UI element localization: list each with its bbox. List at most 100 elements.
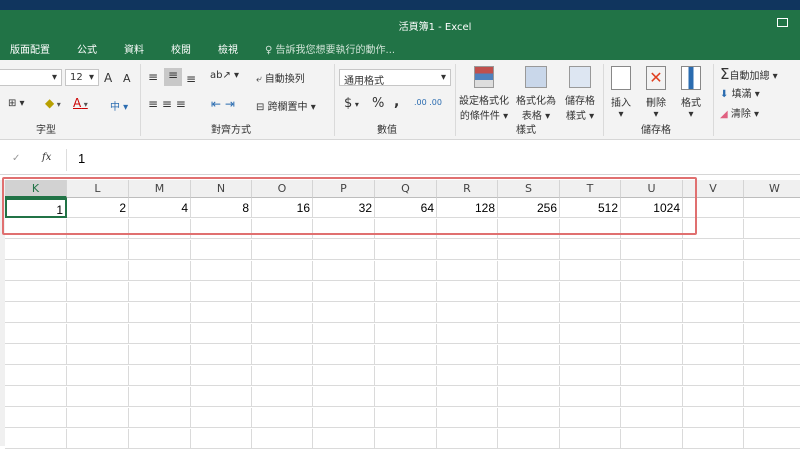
font-name-select[interactable]: ▾ xyxy=(0,69,62,86)
tab-view[interactable]: 檢視 xyxy=(218,41,238,56)
cell-R3[interactable] xyxy=(437,240,498,260)
cell-M10[interactable] xyxy=(129,387,191,407)
cell-S9[interactable] xyxy=(498,366,560,386)
cell-M6[interactable] xyxy=(129,303,191,323)
shrink-font-button[interactable]: A xyxy=(123,72,131,85)
cell-S3[interactable] xyxy=(498,240,560,260)
delete-cells-button[interactable]: ✕ 刪除 ▾ xyxy=(642,66,670,120)
cell-W11[interactable] xyxy=(744,408,800,428)
fill-button[interactable]: ⬇ 填滿 ▾ xyxy=(720,85,760,100)
cell-N7[interactable] xyxy=(191,324,252,344)
cell-U10[interactable] xyxy=(621,387,683,407)
cell-O4[interactable] xyxy=(252,261,313,281)
cell-O6[interactable] xyxy=(252,303,313,323)
cell-K7[interactable] xyxy=(5,324,67,344)
cell-T10[interactable] xyxy=(560,387,621,407)
cell-S11[interactable] xyxy=(498,408,560,428)
cell-S5[interactable] xyxy=(498,282,560,302)
cell-U6[interactable] xyxy=(621,303,683,323)
align-bottom-button[interactable]: ≡ xyxy=(186,72,196,86)
number-format-select[interactable]: 通用格式 ▾ xyxy=(339,69,451,87)
cell-V3[interactable] xyxy=(683,240,744,260)
cell-W5[interactable] xyxy=(744,282,800,302)
cell-W8[interactable] xyxy=(744,345,800,365)
cell-M4[interactable] xyxy=(129,261,191,281)
cell-W12[interactable] xyxy=(744,429,800,449)
cell-Q4[interactable] xyxy=(375,261,437,281)
cell-Q11[interactable] xyxy=(375,408,437,428)
cell-W3[interactable] xyxy=(744,240,800,260)
cell-W6[interactable] xyxy=(744,303,800,323)
cell-R6[interactable] xyxy=(437,303,498,323)
cell-R4[interactable] xyxy=(437,261,498,281)
cell-K9[interactable] xyxy=(5,366,67,386)
cell-K4[interactable] xyxy=(5,261,67,281)
cell-M11[interactable] xyxy=(129,408,191,428)
cell-L6[interactable] xyxy=(67,303,129,323)
cell-V5[interactable] xyxy=(683,282,744,302)
cell-T7[interactable] xyxy=(560,324,621,344)
grow-font-button[interactable]: A xyxy=(104,71,112,85)
tab-page-layout[interactable]: 版面配置 xyxy=(10,41,50,56)
cell-K3[interactable] xyxy=(5,240,67,260)
cell-W1[interactable] xyxy=(744,198,800,218)
cell-P9[interactable] xyxy=(313,366,375,386)
cell-P10[interactable] xyxy=(313,387,375,407)
cell-P6[interactable] xyxy=(313,303,375,323)
cell-S10[interactable] xyxy=(498,387,560,407)
cell-M9[interactable] xyxy=(129,366,191,386)
cell-N9[interactable] xyxy=(191,366,252,386)
cell-K8[interactable] xyxy=(5,345,67,365)
cell-L11[interactable] xyxy=(67,408,129,428)
cell-N8[interactable] xyxy=(191,345,252,365)
cell-L3[interactable] xyxy=(67,240,129,260)
cell-R9[interactable] xyxy=(437,366,498,386)
cell-R7[interactable] xyxy=(437,324,498,344)
cell-T6[interactable] xyxy=(560,303,621,323)
format-as-table-button[interactable]: 格式化為 表格 ▾ xyxy=(514,66,558,122)
cell-U9[interactable] xyxy=(621,366,683,386)
borders-button[interactable]: ⊞ ▾ xyxy=(8,98,25,109)
cell-U11[interactable] xyxy=(621,408,683,428)
tab-review[interactable]: 校閱 xyxy=(171,41,191,56)
cell-V6[interactable] xyxy=(683,303,744,323)
cell-U8[interactable] xyxy=(621,345,683,365)
cell-N5[interactable] xyxy=(191,282,252,302)
cell-M8[interactable] xyxy=(129,345,191,365)
tell-me-search[interactable]: ♀ 告訴我您想要執行的動作... xyxy=(265,41,395,56)
cell-U5[interactable] xyxy=(621,282,683,302)
cell-P5[interactable] xyxy=(313,282,375,302)
cell-O8[interactable] xyxy=(252,345,313,365)
cell-P7[interactable] xyxy=(313,324,375,344)
merge-center-button[interactable]: ⊟ 跨欄置中 ▾ xyxy=(256,98,316,113)
cell-M7[interactable] xyxy=(129,324,191,344)
cell-K6[interactable] xyxy=(5,303,67,323)
comma-button[interactable]: , xyxy=(394,94,399,110)
cell-R12[interactable] xyxy=(437,429,498,449)
cell-W7[interactable] xyxy=(744,324,800,344)
cell-P8[interactable] xyxy=(313,345,375,365)
insert-cells-button[interactable]: 插入 ▾ xyxy=(607,66,635,120)
phonetic-button[interactable]: 中 ▾ xyxy=(110,98,128,113)
ribbon-display-options-icon[interactable] xyxy=(777,18,788,27)
cell-U3[interactable] xyxy=(621,240,683,260)
cell-U4[interactable] xyxy=(621,261,683,281)
wrap-text-button[interactable]: ⤶ 自動換列 xyxy=(256,70,305,85)
cell-P4[interactable] xyxy=(313,261,375,281)
cell-N11[interactable] xyxy=(191,408,252,428)
cell-P12[interactable] xyxy=(313,429,375,449)
align-left-button[interactable]: ≡ ≡ ≡ xyxy=(148,97,186,111)
cell-L8[interactable] xyxy=(67,345,129,365)
cell-O9[interactable] xyxy=(252,366,313,386)
cell-U12[interactable] xyxy=(621,429,683,449)
clear-button[interactable]: ◢ 清除 ▾ xyxy=(720,105,759,120)
cell-Q12[interactable] xyxy=(375,429,437,449)
cell-L7[interactable] xyxy=(67,324,129,344)
cell-M12[interactable] xyxy=(129,429,191,449)
align-middle-button[interactable]: ≡ xyxy=(164,68,182,86)
cell-V12[interactable] xyxy=(683,429,744,449)
cell-O3[interactable] xyxy=(252,240,313,260)
column-header-W[interactable]: W xyxy=(744,180,800,198)
cell-V11[interactable] xyxy=(683,408,744,428)
cell-V8[interactable] xyxy=(683,345,744,365)
